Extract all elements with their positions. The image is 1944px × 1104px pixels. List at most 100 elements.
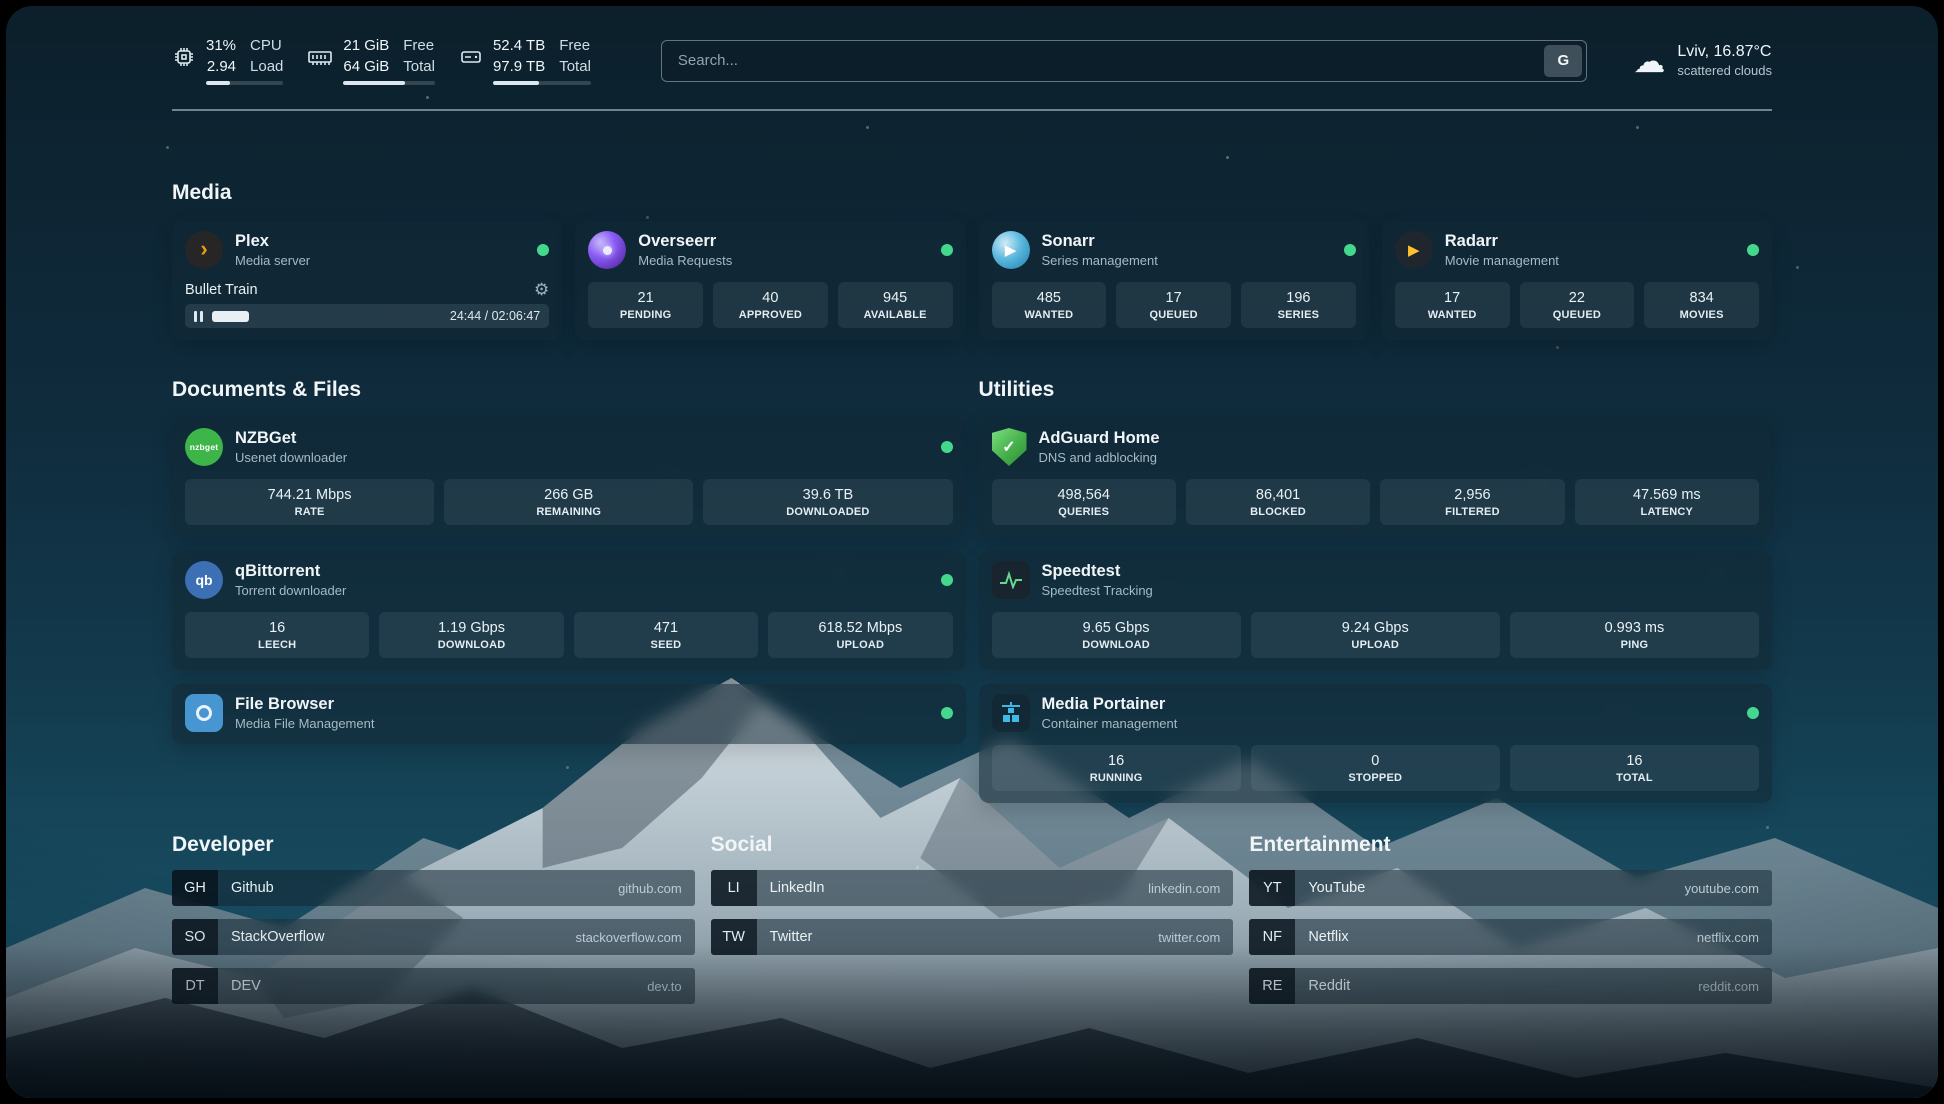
bookmark-github[interactable]: GH Github github.com [172, 870, 695, 906]
nzbget-stats: 744.21 MbpsRATE 266 GBREMAINING 39.6 TBD… [185, 479, 953, 525]
linkedin-abbr-icon: LI [711, 870, 757, 906]
card-plex[interactable]: › Plex Media server Bullet Train ⚙ [172, 221, 562, 340]
memory-meter-fill [343, 81, 404, 85]
stat-blocked: 86,401BLOCKED [1186, 479, 1370, 525]
youtube-abbr-icon: YT [1249, 870, 1295, 906]
plex-settings-gear-icon[interactable]: ⚙ [534, 281, 549, 298]
speedtest-stats: 9.65 GbpsDOWNLOAD 9.24 GbpsUPLOAD 0.993 … [992, 612, 1760, 658]
memory-total-label: Total [403, 57, 435, 77]
qbittorrent-status-dot [941, 574, 953, 586]
card-nzbget[interactable]: nzbget NZBGet Usenet downloader 744.21 M… [172, 418, 966, 537]
bookmark-twitter[interactable]: TW Twitter twitter.com [711, 919, 1234, 955]
plex-now-playing: Bullet Train [185, 282, 258, 298]
bookmark-youtube[interactable]: YT YouTube youtube.com [1249, 870, 1772, 906]
stat-upload: 9.24 GbpsUPLOAD [1251, 612, 1500, 658]
nzbget-header: nzbget NZBGet Usenet downloader [185, 428, 953, 466]
adguard-shield-icon: ✓ [992, 428, 1027, 466]
section-title-documents: Documents & Files [172, 378, 966, 402]
portainer-header: Media Portainer Container management [992, 694, 1760, 732]
card-overseerr[interactable]: Overseerr Media Requests 21PENDING 40APP… [575, 221, 965, 340]
memory-icon [307, 45, 333, 69]
stat-download: 9.65 GbpsDOWNLOAD [992, 612, 1241, 658]
card-filebrowser[interactable]: File Browser Media File Management [172, 684, 966, 744]
cloud-icon: ☁ [1633, 45, 1665, 77]
resource-widget-cpu: 31% CPU 2.94 Load [172, 36, 283, 85]
plex-status-dot [537, 244, 549, 256]
bookmark-netflix[interactable]: NF Netflix netflix.com [1249, 919, 1772, 955]
stat-available: 945AVAILABLE [838, 282, 953, 328]
sonarr-header: ▶ Sonarr Series management [992, 231, 1356, 269]
filebrowser-subtitle: Media File Management [235, 716, 374, 731]
adguard-subtitle: DNS and adblocking [1039, 450, 1160, 465]
bookmark-reddit[interactable]: RE Reddit reddit.com [1249, 968, 1772, 1004]
speedtest-name: Speedtest [1042, 562, 1153, 581]
qbittorrent-icon: qb [185, 561, 223, 599]
card-radarr[interactable]: ▶ Radarr Movie management 17WANTED 22QUE… [1382, 221, 1772, 340]
section-title-utilities: Utilities [979, 378, 1773, 402]
portainer-status-dot [1747, 707, 1759, 719]
search-provider-button[interactable]: G [1544, 45, 1582, 77]
media-cards-row: › Plex Media server Bullet Train ⚙ [172, 221, 1772, 340]
stat-wanted: 485WANTED [992, 282, 1107, 328]
card-portainer[interactable]: Media Portainer Container management 16R… [979, 684, 1773, 803]
memory-widget-body: 21 GiB Free 64 GiB Total [343, 36, 435, 85]
netflix-abbr-icon: NF [1249, 919, 1295, 955]
card-sonarr[interactable]: ▶ Sonarr Series management 485WANTED 17Q… [979, 221, 1369, 340]
stat-download: 1.19 GbpsDOWNLOAD [379, 612, 563, 658]
card-qbittorrent[interactable]: qb qBittorrent Torrent downloader 16LEEC… [172, 551, 966, 670]
disk-free-value: 52.4 TB [493, 36, 545, 56]
radarr-subtitle: Movie management [1445, 253, 1559, 268]
cpu-chip-icon [172, 45, 196, 69]
cpu-meter-fill [206, 81, 230, 85]
bookmark-stackoverflow[interactable]: SO StackOverflow stackoverflow.com [172, 919, 695, 955]
portainer-crane-icon [992, 694, 1030, 732]
sonarr-subtitle: Series management [1042, 253, 1158, 268]
dashboard-screen: 31% CPU 2.94 Load 21 GiB Free [6, 6, 1938, 1098]
speedtest-subtitle: Speedtest Tracking [1042, 583, 1153, 598]
sonarr-stats: 485WANTED 17QUEUED 196SERIES [992, 282, 1356, 328]
qbittorrent-name: qBittorrent [235, 562, 346, 581]
sonarr-icon: ▶ [992, 231, 1030, 269]
memory-free-value: 21 GiB [343, 36, 389, 56]
plex-header: › Plex Media server [185, 231, 549, 269]
radarr-stats: 17WANTED 22QUEUED 834MOVIES [1395, 282, 1759, 328]
portainer-name: Media Portainer [1042, 695, 1178, 714]
stat-leech: 16LEECH [185, 612, 369, 658]
documents-column: Documents & Files nzbget NZBGet Usenet d… [172, 378, 966, 803]
stat-queued: 22QUEUED [1520, 282, 1635, 328]
plex-name: Plex [235, 232, 310, 251]
stat-latency: 47.569 msLATENCY [1575, 479, 1759, 525]
card-speedtest[interactable]: Speedtest Speedtest Tracking 9.65 GbpsDO… [979, 551, 1773, 670]
filebrowser-header: File Browser Media File Management [185, 694, 953, 732]
radarr-status-dot [1747, 244, 1759, 256]
radarr-icon: ▶ [1395, 231, 1433, 269]
documents-utilities-area: Documents & Files nzbget NZBGet Usenet d… [172, 378, 1772, 803]
adguard-stats: 498,564QUERIES 86,401BLOCKED 2,956FILTER… [992, 479, 1760, 525]
adguard-header: ✓ AdGuard Home DNS and adblocking [992, 428, 1760, 466]
overseerr-header: Overseerr Media Requests [588, 231, 952, 269]
cpu-usage-label: CPU [250, 36, 283, 56]
cpu-usage-value: 31% [206, 36, 236, 56]
plex-playback-time: 24:44 / 02:06:47 [450, 309, 540, 323]
plex-subtitle: Media server [235, 253, 310, 268]
bookmark-linkedin[interactable]: LI LinkedIn linkedin.com [711, 870, 1234, 906]
weather-location: Lviv, 16.87°C [1677, 43, 1772, 61]
stat-filtered: 2,956FILTERED [1380, 479, 1564, 525]
plex-progress-track [212, 311, 441, 322]
resource-widget-memory: 21 GiB Free 64 GiB Total [307, 36, 435, 85]
bookmark-dev[interactable]: DT DEV dev.to [172, 968, 695, 1004]
bookmarks-developer: Developer GH Github github.com SO StackO… [172, 833, 695, 1004]
stat-upload: 618.52 MbpsUPLOAD [768, 612, 952, 658]
section-title-media: Media [172, 181, 1772, 205]
stackoverflow-abbr-icon: SO [172, 919, 218, 955]
radarr-header: ▶ Radarr Movie management [1395, 231, 1759, 269]
search-input[interactable] [661, 40, 1587, 82]
nzbget-icon: nzbget [185, 428, 223, 466]
filebrowser-status-dot [941, 707, 953, 719]
card-adguard[interactable]: ✓ AdGuard Home DNS and adblocking 498,56… [979, 418, 1773, 537]
stat-total: 16TOTAL [1510, 745, 1759, 791]
filebrowser-icon [185, 694, 223, 732]
sonarr-status-dot [1344, 244, 1356, 256]
section-title-social: Social [711, 833, 1234, 857]
stat-downloaded: 39.6 TBDOWNLOADED [703, 479, 952, 525]
